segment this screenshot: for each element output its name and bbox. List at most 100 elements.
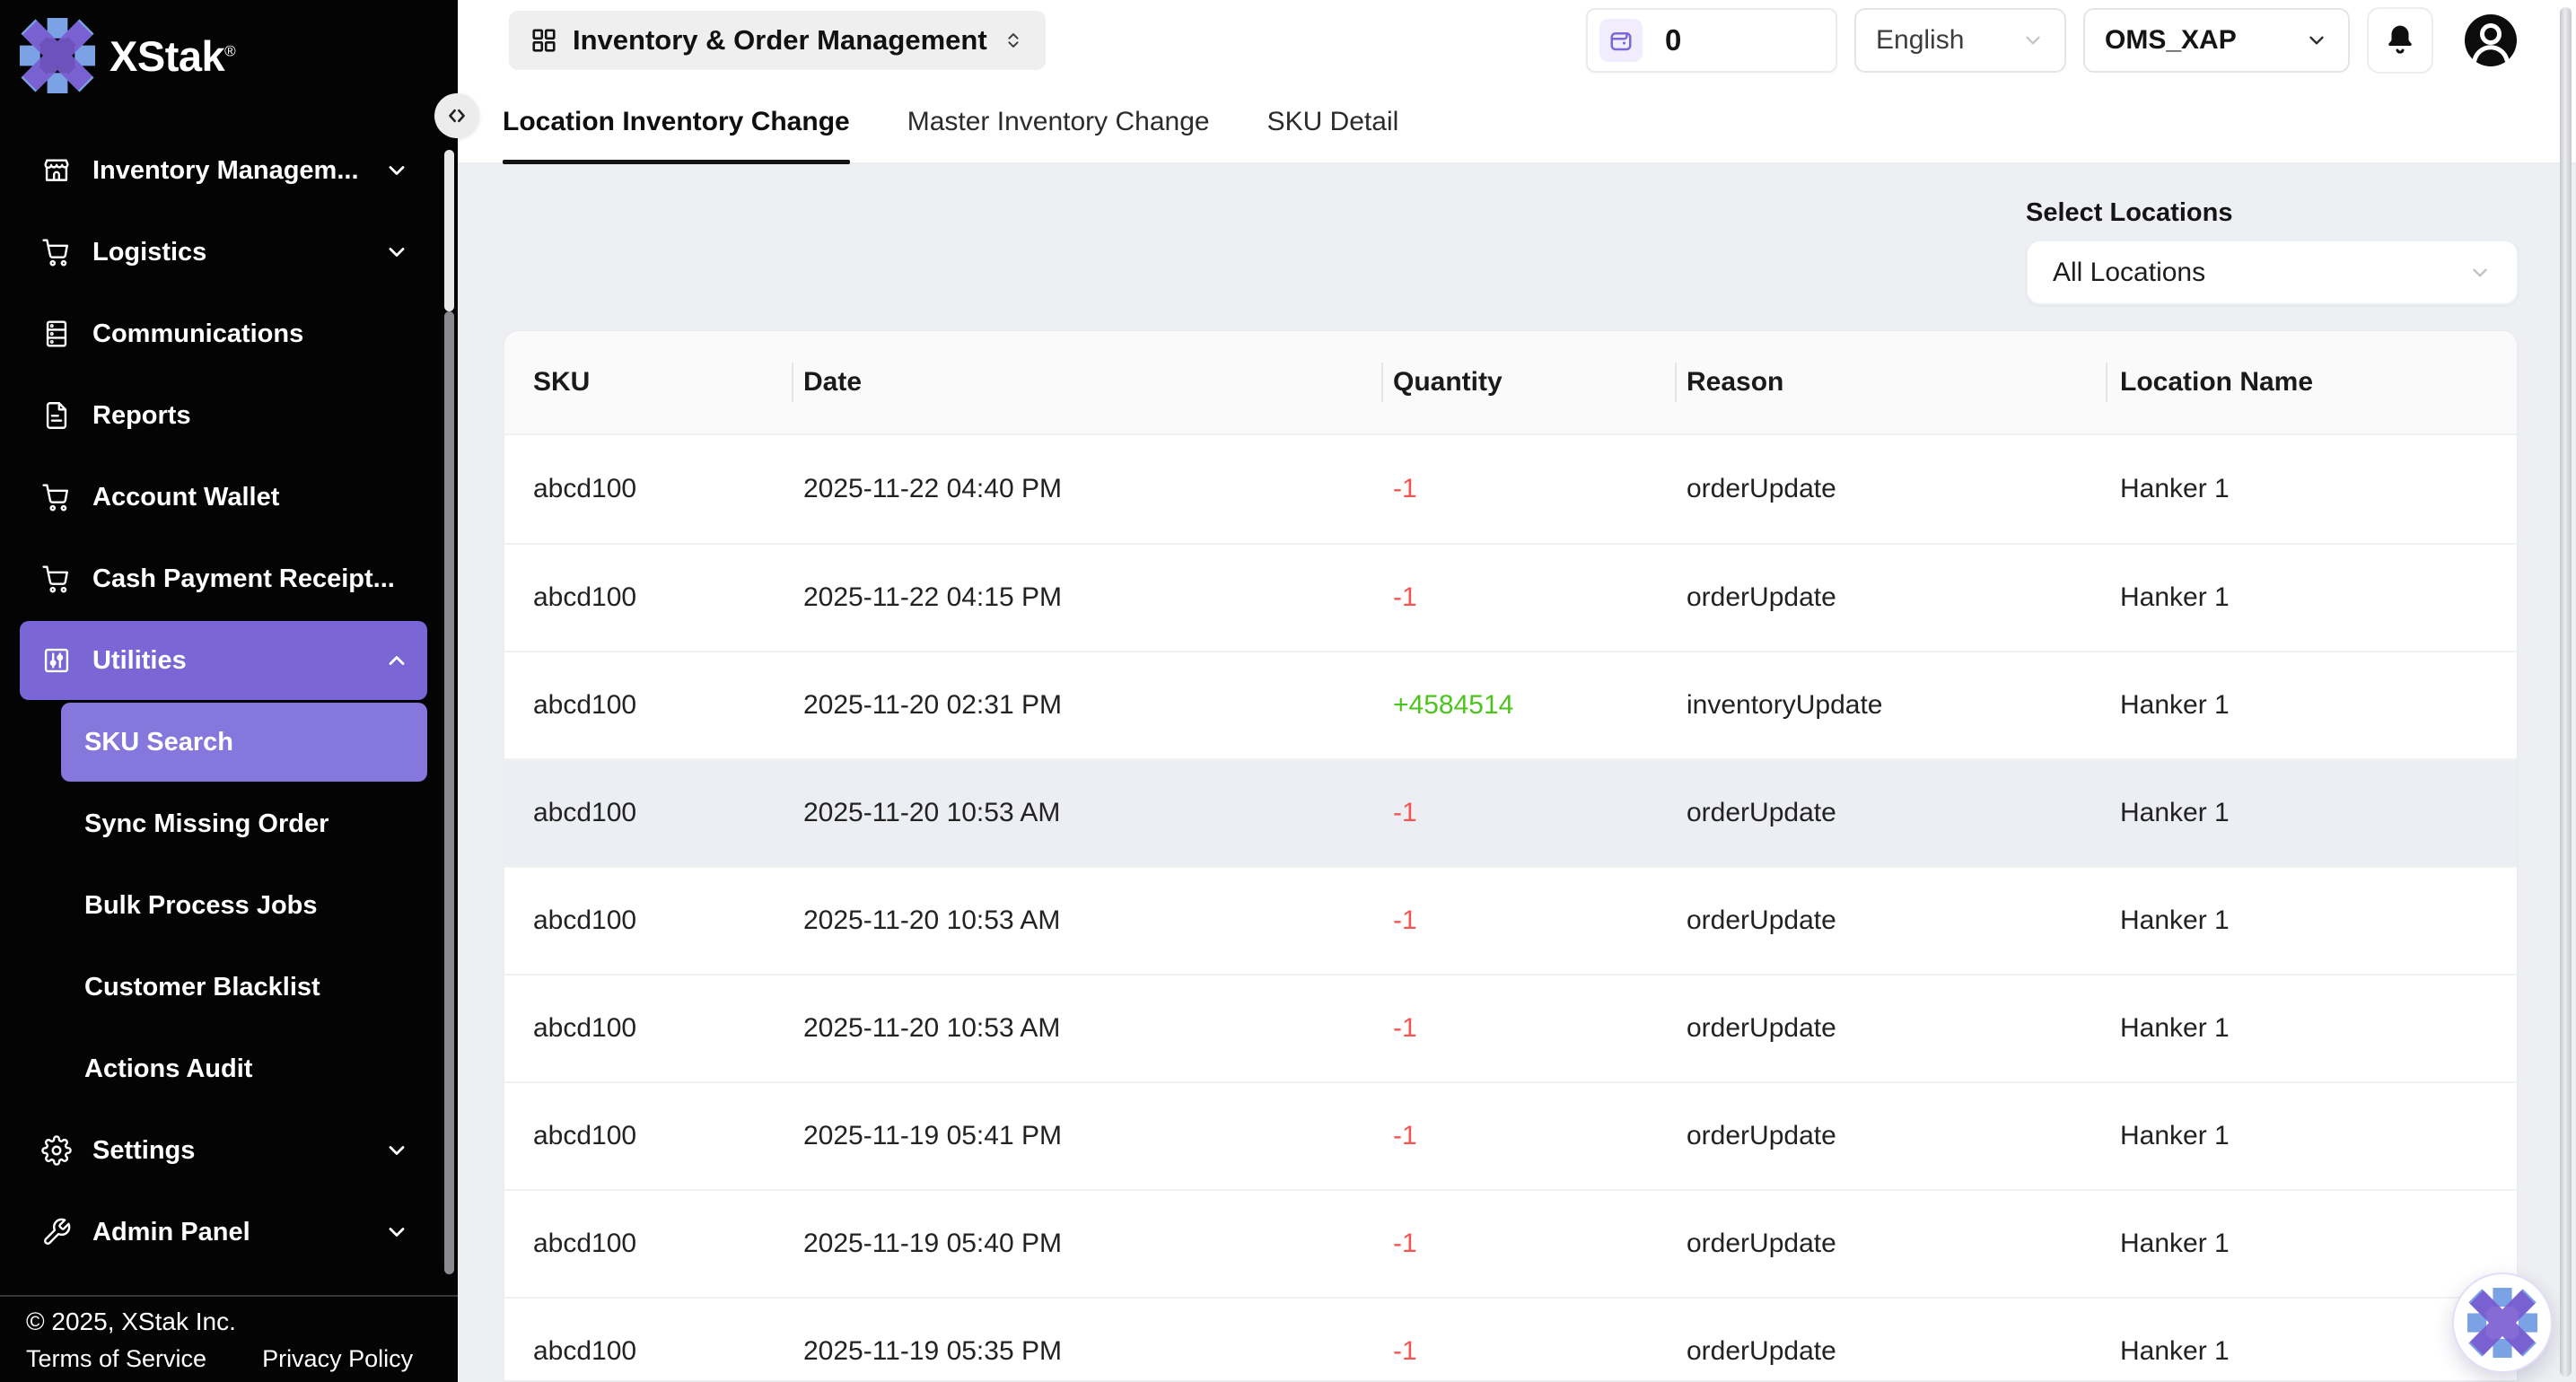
cell-location-name: Hanker 1: [2106, 545, 2519, 651]
sidebar-footer: © 2025, XStak Inc. Terms of Service Priv…: [0, 1295, 458, 1382]
cell-sku: abcd100: [504, 868, 792, 974]
tab-sku-detail[interactable]: SKU Detail: [1267, 81, 1399, 162]
table-row[interactable]: abcd100 2025-11-19 05:41 PM -1 orderUpda…: [504, 1081, 2517, 1189]
inventory-change-table: SKU Date Quantity Reason Location Name a…: [503, 329, 2519, 1382]
notifications-button[interactable]: [2367, 7, 2433, 74]
cell-quantity: -1: [1381, 435, 1675, 543]
sidebar: XStak® Inventory Managem... Logistics: [0, 0, 458, 1382]
sidebar-subitem-label: Bulk Process Jobs: [84, 891, 318, 921]
page-scrollbar[interactable]: [2560, 7, 2572, 1377]
app-window: XStak® Inventory Managem... Logistics: [0, 0, 2576, 1382]
sidebar-scrollbar-track[interactable]: [444, 311, 454, 1274]
sidebar-item-cash-payment-receipt[interactable]: Cash Payment Receipt...: [20, 539, 427, 618]
grid-icon: [530, 27, 557, 54]
table-row[interactable]: abcd100 2025-11-19 05:40 PM -1 orderUpda…: [504, 1189, 2517, 1297]
sidebar-item-utilities[interactable]: Utilities: [20, 621, 427, 700]
sidebar-collapse-button[interactable]: [434, 93, 479, 138]
chevron-down-icon: [384, 158, 409, 183]
tenant-select-value: OMS_XAP: [2105, 25, 2237, 56]
sidebar-subitem-actions-audit[interactable]: Actions Audit: [61, 1029, 427, 1108]
cell-quantity: -1: [1381, 1299, 1675, 1382]
brand-logo[interactable]: XStak®: [0, 0, 458, 99]
sidebar-subitem-sku-search[interactable]: SKU Search: [61, 703, 427, 782]
sidebar-item-label: Utilities: [92, 646, 187, 676]
sidebar-item-admin-panel[interactable]: Admin Panel: [20, 1193, 427, 1272]
sidebar-item-reports[interactable]: Reports: [20, 376, 427, 455]
sidebar-subitem-label: SKU Search: [84, 728, 233, 757]
sidebar-item-label: Settings: [92, 1136, 195, 1166]
table-row[interactable]: abcd100 2025-11-20 10:53 AM -1 orderUpda…: [504, 758, 2517, 866]
chevron-down-icon: [384, 240, 409, 265]
main-content: Select Locations All Locations SKU Date …: [458, 164, 2576, 1382]
cell-location-name: Hanker 1: [2106, 1083, 2519, 1189]
sidebar-subitem-label: Customer Blacklist: [84, 973, 320, 1002]
cell-sku: abcd100: [504, 545, 792, 651]
cell-reason: orderUpdate: [1675, 1191, 2106, 1297]
cell-location-name: Hanker 1: [2106, 868, 2519, 974]
cell-date: 2025-11-19 05:41 PM: [792, 1083, 1381, 1189]
terms-of-service-link[interactable]: Terms of Service: [26, 1345, 206, 1373]
cell-reason: orderUpdate: [1675, 1083, 2106, 1189]
cell-date: 2025-11-19 05:35 PM: [792, 1299, 1381, 1382]
privacy-policy-link[interactable]: Privacy Policy: [262, 1345, 413, 1373]
gear-icon: [41, 1135, 72, 1166]
tab-location-inventory-change[interactable]: Location Inventory Change: [503, 81, 850, 162]
column-header-reason[interactable]: Reason: [1675, 331, 2106, 433]
sidebar-item-communications[interactable]: Communications: [20, 294, 427, 373]
sidebar-subitem-label: Sync Missing Order: [84, 809, 329, 839]
sidebar-subitem-customer-blacklist[interactable]: Customer Blacklist: [61, 948, 427, 1027]
sliders-icon: [41, 645, 72, 676]
sidebar-item-label: Inventory Managem...: [92, 156, 359, 186]
brand-name: XStak®: [110, 31, 235, 81]
chevron-down-icon: [2468, 261, 2492, 284]
wallet-icon: [1608, 27, 1634, 54]
sidebar-scrollbar-thumb[interactable]: [444, 150, 454, 311]
module-select[interactable]: Inventory & Order Management: [509, 11, 1046, 70]
user-avatar[interactable]: [2463, 13, 2519, 68]
tenant-select[interactable]: OMS_XAP: [2083, 8, 2350, 73]
column-header-date[interactable]: Date: [792, 331, 1381, 433]
cell-reason: orderUpdate: [1675, 868, 2106, 974]
table-row[interactable]: abcd100 2025-11-20 10:53 AM -1 orderUpda…: [504, 866, 2517, 974]
tab-master-inventory-change[interactable]: Master Inventory Change: [907, 81, 1210, 162]
cell-reason: orderUpdate: [1675, 545, 2106, 651]
wallet-balance[interactable]: 0: [1586, 8, 1837, 73]
sidebar-item-label: Cash Payment Receipt...: [92, 564, 395, 594]
sidebar-item-label: Reports: [92, 401, 191, 431]
table-row[interactable]: abcd100 2025-11-20 02:31 PM +4584514 inv…: [504, 651, 2517, 758]
cell-location-name: Hanker 1: [2106, 975, 2519, 1081]
sidebar-item-account-wallet[interactable]: Account Wallet: [20, 458, 427, 537]
language-select[interactable]: English: [1854, 8, 2066, 73]
column-header-quantity[interactable]: Quantity: [1381, 331, 1675, 433]
sidebar-item-settings[interactable]: Settings: [20, 1111, 427, 1190]
cell-date: 2025-11-20 10:53 AM: [792, 975, 1381, 1081]
cell-date: 2025-11-20 10:53 AM: [792, 868, 1381, 974]
sidebar-subitem-bulk-process-jobs[interactable]: Bulk Process Jobs: [61, 866, 427, 945]
sidebar-item-inventory-management[interactable]: Inventory Managem...: [20, 131, 427, 210]
cell-location-name: Hanker 1: [2106, 1191, 2519, 1297]
table-header-row: SKU Date Quantity Reason Location Name: [504, 331, 2517, 435]
floating-brand-button[interactable]: [2452, 1273, 2553, 1373]
sidebar-subitem-label: Actions Audit: [84, 1054, 252, 1084]
bell-icon: [2382, 22, 2418, 58]
column-header-location-name[interactable]: Location Name: [2106, 331, 2519, 433]
cell-quantity: -1: [1381, 1191, 1675, 1297]
table-row[interactable]: abcd100 2025-11-22 04:15 PM -1 orderUpda…: [504, 543, 2517, 651]
user-icon: [2463, 13, 2519, 68]
locations-select[interactable]: All Locations: [2026, 240, 2519, 305]
cell-quantity: -1: [1381, 868, 1675, 974]
cell-reason: orderUpdate: [1675, 975, 2106, 1081]
topbar: Inventory & Order Management 0 English O…: [458, 0, 2576, 81]
cart-icon: [41, 564, 72, 594]
column-header-sku[interactable]: SKU: [504, 331, 792, 433]
table-row[interactable]: abcd100 2025-11-20 10:53 AM -1 orderUpda…: [504, 974, 2517, 1081]
cell-reason: orderUpdate: [1675, 760, 2106, 866]
cell-date: 2025-11-20 10:53 AM: [792, 760, 1381, 866]
sidebar-subitem-sync-missing-order[interactable]: Sync Missing Order: [61, 784, 427, 863]
server-icon: [41, 319, 72, 349]
sidebar-item-logistics[interactable]: Logistics: [20, 213, 427, 292]
table-row[interactable]: abcd100 2025-11-22 04:40 PM -1 orderUpda…: [504, 435, 2517, 543]
file-icon: [41, 400, 72, 431]
xstak-logo-icon: [20, 18, 95, 93]
table-row[interactable]: abcd100 2025-11-19 05:35 PM -1 orderUpda…: [504, 1297, 2517, 1382]
